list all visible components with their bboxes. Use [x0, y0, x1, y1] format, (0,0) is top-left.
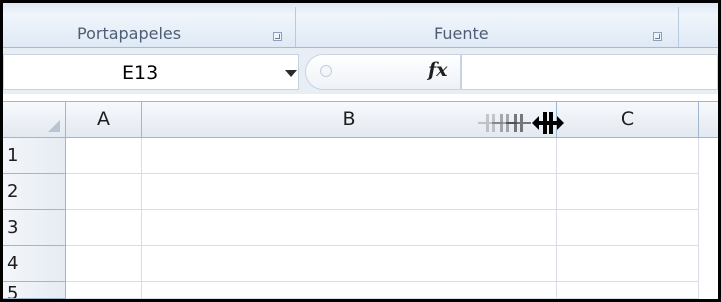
cell-b4[interactable]: [142, 246, 557, 282]
row-header-5[interactable]: 5: [3, 282, 66, 299]
cell-b3[interactable]: [142, 210, 557, 246]
row-header-4[interactable]: 4: [3, 246, 66, 282]
name-box-chevron-down-icon[interactable]: [285, 70, 297, 77]
name-box-value: E13: [122, 62, 159, 84]
cell-b2[interactable]: [142, 174, 557, 210]
name-box[interactable]: E13: [3, 54, 299, 90]
font-dialog-launcher-icon[interactable]: [653, 32, 662, 41]
excel-window: Portapapeles Fuente E13 fx A B C 1 2 3 4…: [0, 0, 721, 302]
group-label-font: Fuente: [434, 24, 489, 43]
column-resize-cursor: [532, 112, 564, 134]
cell-c5[interactable]: [557, 282, 699, 299]
group-separator: [678, 7, 679, 47]
column-header-row: A B C: [3, 101, 718, 138]
worksheet-grid: A B C 1 2 3 4 5: [3, 94, 718, 299]
row-header-2[interactable]: 2: [3, 174, 66, 210]
cell-c4[interactable]: [557, 246, 699, 282]
cell-a5[interactable]: [66, 282, 142, 299]
ribbon-top-shade: [3, 3, 718, 13]
cell-c3[interactable]: [557, 210, 699, 246]
column-header-a[interactable]: A: [66, 102, 142, 137]
select-all-button[interactable]: [3, 102, 66, 137]
insert-function-button[interactable]: fx: [428, 59, 448, 81]
cancel-icon[interactable]: [320, 65, 332, 77]
clipboard-dialog-launcher-icon[interactable]: [273, 32, 282, 41]
formula-input[interactable]: [461, 54, 718, 90]
cell-b1[interactable]: [142, 138, 557, 174]
cell-a4[interactable]: [66, 246, 142, 282]
column-resize-cursor-icon: [478, 112, 564, 134]
cursor-ghost-trail: [478, 114, 531, 132]
cell-a2[interactable]: [66, 174, 142, 210]
row-header-3[interactable]: 3: [3, 210, 66, 246]
cell-a1[interactable]: [66, 138, 142, 174]
cell-c2[interactable]: [557, 174, 699, 210]
cell-b5[interactable]: [142, 282, 557, 299]
group-separator: [295, 7, 296, 47]
cell-c1[interactable]: [557, 138, 699, 174]
formula-bar: E13 fx: [3, 48, 718, 94]
group-label-clipboard: Portapapeles: [77, 24, 182, 43]
ribbon-group-strip: Portapapeles Fuente: [3, 3, 718, 48]
formula-controls: fx: [305, 54, 461, 90]
cell-a3[interactable]: [66, 210, 142, 246]
row-header-1[interactable]: 1: [3, 138, 66, 174]
